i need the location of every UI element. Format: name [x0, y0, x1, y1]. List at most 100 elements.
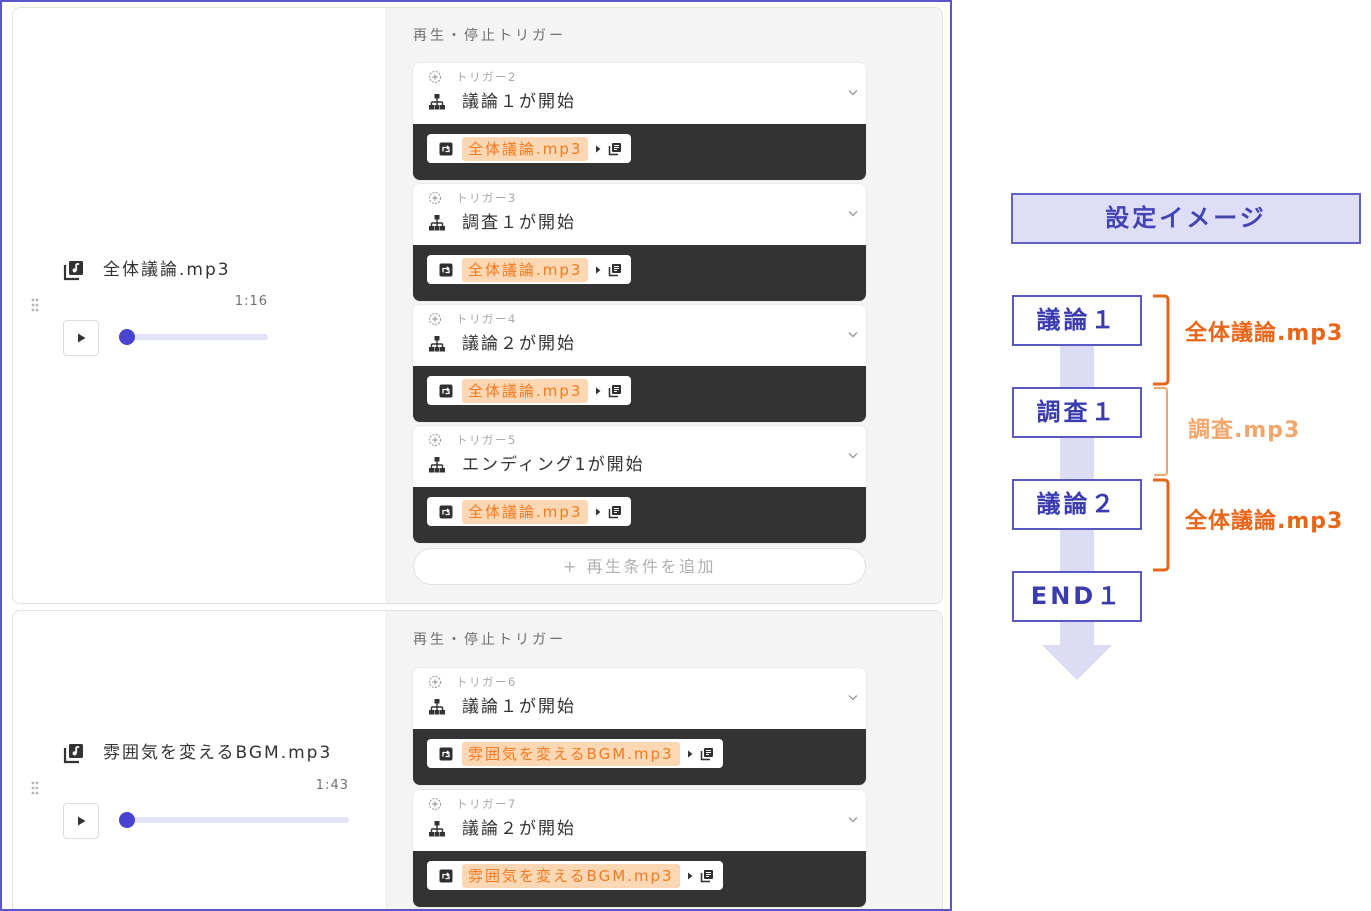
- sitemap-icon: [428, 335, 446, 353]
- chevron-down-icon[interactable]: [847, 207, 859, 219]
- bracket: [1154, 387, 1168, 476]
- track-duration: 1:16: [234, 294, 268, 309]
- sitemap-icon: [428, 214, 446, 232]
- play-icon: [75, 332, 87, 344]
- action-track-name: 雰囲気を変えるBGM.mp3: [462, 741, 680, 766]
- track-duration: 1:43: [315, 778, 349, 793]
- bgm-annotation: 全体議論.mp3: [1185, 509, 1344, 534]
- playlist-icon: [608, 263, 622, 277]
- action-chip[interactable]: 全体議論.mp3: [427, 134, 632, 163]
- caret-right-icon: [594, 507, 602, 517]
- playlist-icon: [700, 869, 714, 883]
- trigger-section-label: 再生・停止トリガー: [413, 28, 566, 44]
- bgm-annotation: 調査.mp3: [1188, 418, 1301, 443]
- action-track-name: 全体議論.mp3: [462, 136, 589, 161]
- flow-step: 調査１: [1012, 387, 1142, 438]
- bgm-annotation: 全体議論.mp3: [1185, 321, 1344, 346]
- track-name: 雰囲気を変えるBGM.mp3: [103, 743, 333, 763]
- caret-right-icon: [594, 386, 602, 396]
- play-button[interactable]: [63, 320, 99, 356]
- trigger-card[interactable]: トリガー7 議論２が開始 雰囲気を変えるBGM.mp3: [413, 790, 866, 907]
- trigger-icon: [428, 191, 442, 205]
- caret-right-icon: [686, 871, 694, 881]
- trigger-label: トリガー7: [456, 797, 517, 811]
- trigger-icon: [428, 675, 442, 689]
- sitemap-icon: [428, 698, 446, 716]
- trigger-action-area: 全体議論.mp3: [413, 124, 866, 180]
- action-track-name: 全体議論.mp3: [462, 378, 589, 403]
- trigger-condition: エンディング1が開始: [462, 455, 645, 475]
- sitemap-icon: [428, 820, 446, 838]
- action-track-name: 雰囲気を変えるBGM.mp3: [462, 863, 680, 888]
- drag-handle-icon[interactable]: [31, 298, 39, 312]
- trigger-condition: 議論１が開始: [462, 92, 576, 112]
- trigger-condition: 調査１が開始: [462, 213, 576, 233]
- chevron-down-icon[interactable]: [847, 449, 859, 461]
- caret-right-icon: [594, 144, 602, 154]
- audio-switch-icon: [439, 505, 453, 519]
- audio-trigger-settings-panel: 全体議論.mp3 1:16 再生・停止トリガー トリガー2 議論１が開始 全体議…: [0, 0, 952, 911]
- trigger-condition: 議論２が開始: [462, 334, 576, 354]
- action-track-name: 全体議論.mp3: [462, 257, 589, 282]
- trigger-icon: [428, 70, 442, 84]
- trigger-label: トリガー3: [456, 191, 517, 205]
- playlist-icon: [608, 142, 622, 156]
- caret-right-icon: [686, 749, 694, 759]
- add-condition-button[interactable]: + 再生条件を追加: [413, 548, 866, 585]
- trigger-icon: [428, 312, 442, 326]
- action-track-name: 全体議論.mp3: [462, 499, 589, 524]
- trigger-condition: 議論２が開始: [462, 819, 576, 839]
- bracket: [1153, 478, 1170, 572]
- trigger-card[interactable]: トリガー3 調査１が開始 全体議論.mp3: [413, 184, 866, 301]
- trigger-section-label: 再生・停止トリガー: [413, 632, 566, 648]
- audio-track-card: 雰囲気を変えるBGM.mp3 1:43 再生・停止トリガー トリガー6 議論１が…: [12, 610, 943, 909]
- trigger-card[interactable]: トリガー4 議論２が開始 全体議論.mp3: [413, 305, 866, 422]
- action-chip[interactable]: 全体議論.mp3: [427, 255, 632, 284]
- playlist-icon: [700, 747, 714, 761]
- trigger-action-area: 雰囲気を変えるBGM.mp3: [413, 729, 866, 785]
- audio-switch-icon: [439, 747, 453, 761]
- diagram-title: 設定イメージ: [1011, 193, 1361, 244]
- audio-switch-icon: [439, 384, 453, 398]
- trigger-action-area: 全体議論.mp3: [413, 366, 866, 422]
- trigger-condition: 議論１が開始: [462, 697, 576, 717]
- audio-track-card: 全体議論.mp3 1:16 再生・停止トリガー トリガー2 議論１が開始 全体議…: [12, 7, 943, 604]
- action-chip[interactable]: 雰囲気を変えるBGM.mp3: [427, 861, 723, 890]
- trigger-card[interactable]: トリガー5 エンディング1が開始 全体議論.mp3: [413, 426, 866, 543]
- flow-step: END１: [1012, 571, 1142, 622]
- chevron-down-icon[interactable]: [847, 813, 859, 825]
- trigger-label: トリガー4: [456, 312, 517, 326]
- seek-knob[interactable]: [119, 812, 135, 828]
- audio-switch-icon: [439, 263, 453, 277]
- playlist-icon: [608, 505, 622, 519]
- sitemap-icon: [428, 456, 446, 474]
- flow-step: 議論２: [1012, 479, 1142, 530]
- play-icon: [75, 815, 87, 827]
- drag-handle-icon[interactable]: [31, 781, 39, 795]
- seek-slider[interactable]: [119, 329, 268, 345]
- chevron-down-icon[interactable]: [847, 328, 859, 340]
- track-name: 全体議論.mp3: [103, 260, 231, 280]
- action-chip[interactable]: 雰囲気を変えるBGM.mp3: [427, 739, 723, 768]
- action-chip[interactable]: 全体議論.mp3: [427, 497, 632, 526]
- trigger-label: トリガー5: [456, 433, 517, 447]
- flow-step: 議論１: [1012, 295, 1142, 346]
- action-chip[interactable]: 全体議論.mp3: [427, 376, 632, 405]
- bracket: [1153, 294, 1170, 386]
- trigger-action-area: 雰囲気を変えるBGM.mp3: [413, 851, 866, 907]
- chevron-down-icon[interactable]: [847, 691, 859, 703]
- seek-slider[interactable]: [119, 812, 349, 828]
- trigger-card[interactable]: トリガー6 議論１が開始 雰囲気を変えるBGM.mp3: [413, 668, 866, 785]
- trigger-label: トリガー6: [456, 675, 517, 689]
- play-button[interactable]: [63, 803, 99, 839]
- chevron-down-icon[interactable]: [847, 86, 859, 98]
- trigger-icon: [428, 797, 442, 811]
- trigger-label: トリガー2: [456, 70, 517, 84]
- bracket-group: [1153, 294, 1170, 572]
- trigger-card[interactable]: トリガー2 議論１が開始 全体議論.mp3: [413, 63, 866, 180]
- trigger-action-area: 全体議論.mp3: [413, 487, 866, 543]
- seek-knob[interactable]: [119, 329, 135, 345]
- trigger-icon: [428, 433, 442, 447]
- audio-switch-icon: [439, 869, 453, 883]
- caret-right-icon: [594, 265, 602, 275]
